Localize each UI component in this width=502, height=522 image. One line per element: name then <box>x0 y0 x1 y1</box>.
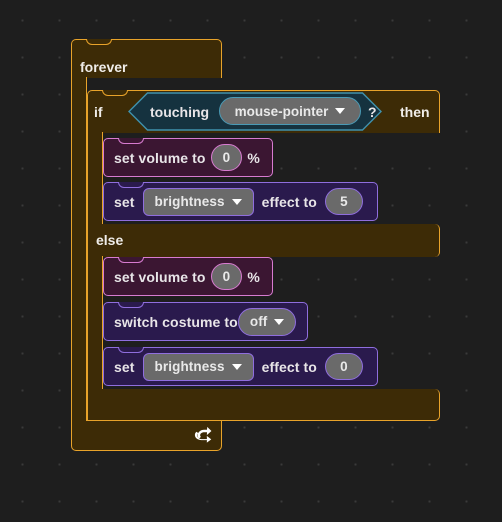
question-mark-label: ? <box>368 104 377 120</box>
chevron-down-icon <box>231 198 242 205</box>
loop-arrow-icon <box>192 423 214 445</box>
set-volume-block-if[interactable]: set volume to 0 % <box>103 138 273 177</box>
else-divider-bar[interactable] <box>87 224 440 257</box>
switch-costume-block[interactable]: switch costume to off <box>103 302 308 341</box>
block-workspace-canvas[interactable]: forever if else then touching mouse-poin… <box>0 0 502 522</box>
block-notch <box>118 302 144 308</box>
touching-target-dropdown[interactable]: mouse-pointer <box>219 97 361 125</box>
set-volume-suffix-label: % <box>247 149 260 166</box>
chevron-down-icon <box>335 108 346 114</box>
set-effect-mid-label: effect to <box>261 358 317 375</box>
set-effect-value-input-else[interactable]: 0 <box>324 353 363 380</box>
if-else-block-footer[interactable] <box>87 389 440 421</box>
set-volume-suffix-label: % <box>247 268 260 285</box>
switch-costume-prefix-label: switch costume to <box>114 313 238 330</box>
set-effect-prefix-label: set <box>114 358 135 375</box>
block-notch <box>102 90 128 96</box>
touching-label: touching <box>150 104 210 120</box>
block-notch <box>118 347 144 353</box>
set-volume-block-else[interactable]: set volume to 0 % <box>103 257 273 296</box>
chevron-down-icon <box>274 318 285 325</box>
set-effect-prefix-label: set <box>114 193 135 210</box>
set-volume-value-input[interactable]: 0 <box>211 263 242 290</box>
costume-name-dropdown[interactable]: off <box>237 307 297 336</box>
costume-name-value: off <box>249 314 268 329</box>
set-volume-prefix-label: set volume to <box>114 268 206 285</box>
set-effect-block-else[interactable]: set brightness effect to 0 <box>103 347 378 386</box>
if-branch-spine <box>87 132 103 225</box>
set-effect-block-if[interactable]: set brightness effect to 5 <box>103 182 378 221</box>
chevron-down-icon <box>231 363 242 370</box>
set-effect-mid-label: effect to <box>261 193 317 210</box>
then-label: then <box>400 104 430 120</box>
block-notch <box>118 182 144 188</box>
forever-block-spine <box>71 77 87 422</box>
if-label: if <box>94 104 103 120</box>
effect-name-dropdown-else[interactable]: brightness <box>142 352 254 381</box>
set-volume-prefix-label: set volume to <box>114 149 206 166</box>
else-label: else <box>96 232 124 248</box>
forever-label: forever <box>80 59 128 75</box>
effect-name-value: brightness <box>154 359 225 374</box>
set-effect-value-input-if[interactable]: 5 <box>324 188 363 215</box>
block-notch <box>86 39 112 45</box>
effect-name-value: brightness <box>154 194 225 209</box>
block-notch <box>118 138 144 144</box>
set-volume-value-input[interactable]: 0 <box>211 144 242 171</box>
effect-name-dropdown-if[interactable]: brightness <box>142 187 254 216</box>
block-notch <box>118 257 144 263</box>
touching-target-value: mouse-pointer <box>234 103 329 119</box>
else-branch-spine <box>87 256 103 390</box>
